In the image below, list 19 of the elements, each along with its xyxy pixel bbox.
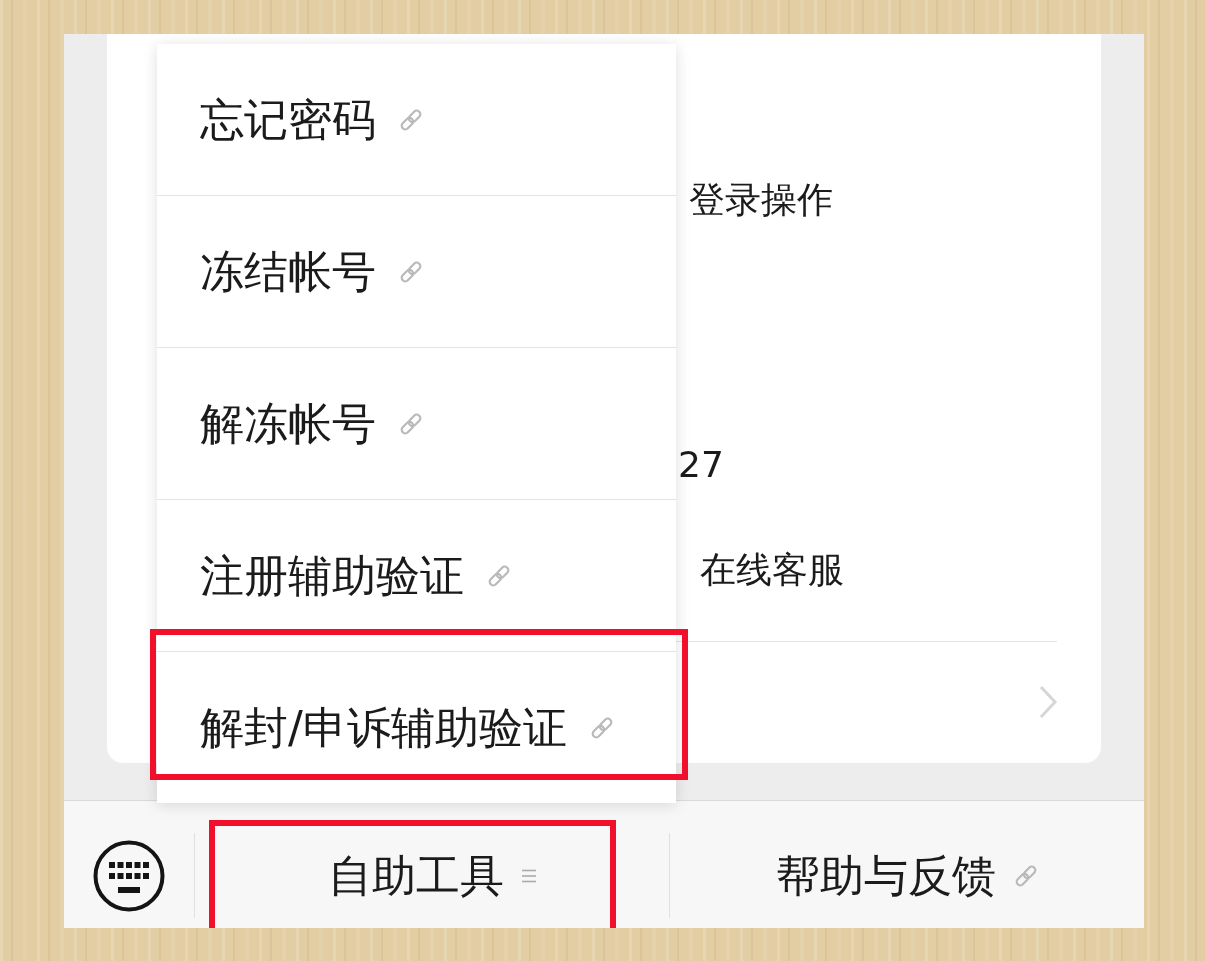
toolbar-button[interactable]: 帮助与反馈 xyxy=(776,847,1038,904)
chevron-icon xyxy=(1038,684,1058,720)
card-text: 在线客服 xyxy=(700,548,844,592)
menu-item[interactable]: 解封/申诉辅助验证 xyxy=(157,652,676,803)
menu-item[interactable]: 解冻帐号 xyxy=(157,348,676,500)
menu-item[interactable]: 忘记密码 xyxy=(157,44,676,196)
toolbar-button[interactable]: 自助工具 xyxy=(328,847,536,904)
link-icon xyxy=(399,411,423,436)
link-icon xyxy=(1014,863,1038,888)
menu-item[interactable]: 注册辅助验证 xyxy=(157,500,676,652)
link-icon xyxy=(399,259,423,284)
menu-icon xyxy=(522,868,536,883)
card-text: 登录操作 xyxy=(689,178,833,222)
card-text: 27 xyxy=(678,443,724,487)
menu-item[interactable]: 冻结帐号 xyxy=(157,196,676,348)
link-icon xyxy=(589,715,614,740)
keyboard-icon[interactable] xyxy=(93,839,165,912)
link-icon xyxy=(399,107,423,132)
link-icon xyxy=(487,563,511,588)
